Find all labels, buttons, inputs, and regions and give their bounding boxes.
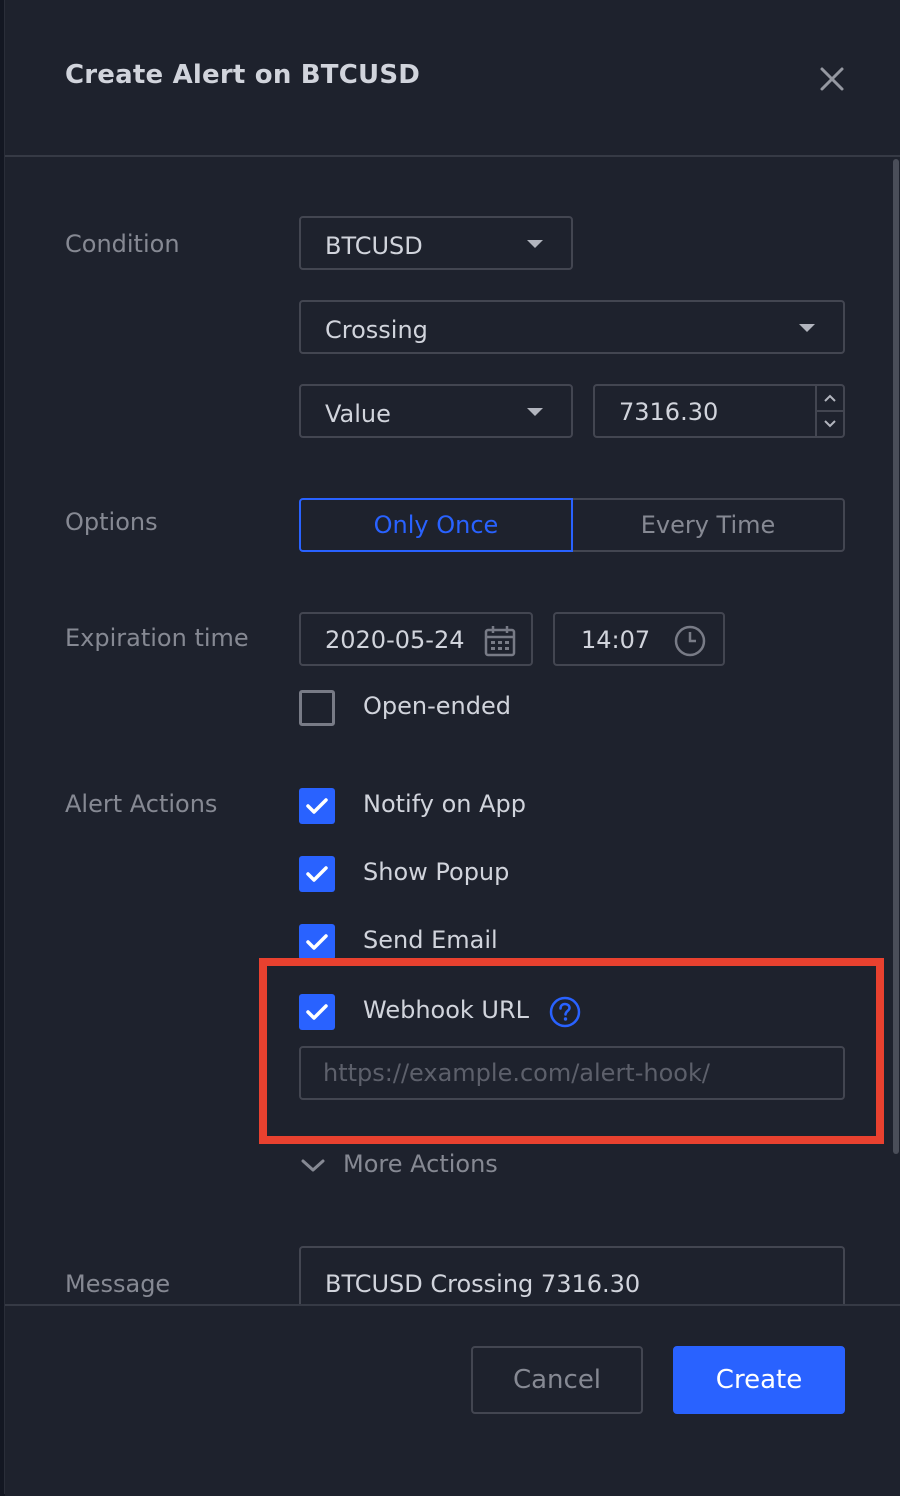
expiration-date-value: 2020-05-24 (325, 626, 465, 654)
chevron-down-icon (799, 324, 815, 332)
open-ended-checkbox[interactable] (299, 690, 335, 726)
dialog-title: Create Alert on BTCUSD (65, 60, 421, 90)
show-popup-checkbox[interactable] (299, 856, 335, 892)
chevron-down-icon (527, 240, 543, 248)
scrollbar[interactable] (893, 159, 899, 1154)
operator-select[interactable]: Crossing (299, 300, 845, 354)
notify-on-app-checkbox[interactable] (299, 788, 335, 824)
show-popup-label: Show Popup (363, 858, 510, 886)
operator-select-value: Crossing (325, 316, 428, 344)
options-label: Options (65, 508, 158, 536)
webhook-highlight-annotation (259, 958, 884, 1144)
create-button[interactable]: Create (673, 1346, 845, 1414)
value-type-select[interactable]: Value (299, 384, 573, 438)
send-email-checkbox[interactable] (299, 924, 335, 960)
option-only-once[interactable]: Only Once (299, 498, 573, 552)
symbol-select[interactable]: BTCUSD (299, 216, 573, 270)
send-email-label: Send Email (363, 926, 498, 954)
notify-on-app-label: Notify on App (363, 790, 526, 818)
value-input-text: 7316.30 (619, 398, 719, 426)
chevron-down-icon (301, 1159, 325, 1172)
expiration-date-input[interactable]: 2020-05-24 (299, 612, 533, 666)
symbol-select-value: BTCUSD (325, 232, 423, 260)
message-label: Message (65, 1270, 171, 1298)
message-text: BTCUSD Crossing 7316.30 (325, 1270, 641, 1298)
clock-icon[interactable] (673, 624, 707, 662)
close-icon[interactable] (813, 60, 851, 98)
value-type-select-value: Value (325, 400, 391, 428)
cancel-button[interactable]: Cancel (471, 1346, 643, 1414)
dialog-header: Create Alert on BTCUSD (5, 0, 900, 157)
checkmark-icon (306, 934, 328, 950)
stepper-down-icon[interactable] (817, 412, 843, 437)
stepper-up-icon[interactable] (817, 386, 843, 411)
checkmark-icon (306, 798, 328, 814)
checkmark-icon (306, 866, 328, 882)
expiration-time-input[interactable]: 14:07 (553, 612, 725, 666)
option-every-time[interactable]: Every Time (571, 498, 845, 552)
alert-actions-label: Alert Actions (65, 790, 218, 818)
open-ended-label: Open-ended (363, 692, 511, 720)
more-actions-label: More Actions (343, 1150, 498, 1178)
chevron-down-icon (527, 408, 543, 416)
value-stepper[interactable] (815, 384, 845, 438)
expiration-time-value: 14:07 (581, 626, 651, 654)
expiration-label: Expiration time (65, 624, 249, 652)
create-alert-dialog: Create Alert on BTCUSD Condition BTCUSD … (4, 0, 900, 1496)
condition-label: Condition (65, 230, 180, 258)
value-input[interactable]: 7316.30 (593, 384, 819, 438)
calendar-icon[interactable] (483, 624, 517, 662)
